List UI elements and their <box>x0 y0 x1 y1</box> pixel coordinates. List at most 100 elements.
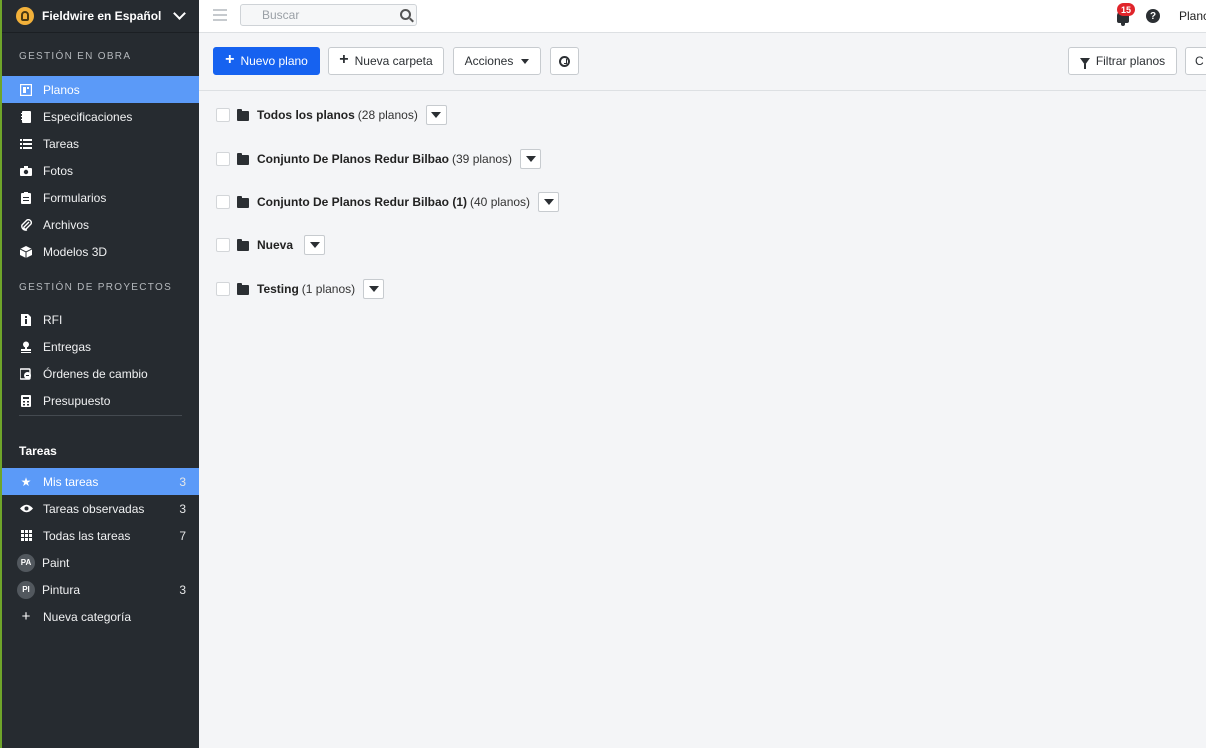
search-icon[interactable] <box>400 9 411 20</box>
sidebar-item-label: Formularios <box>43 190 107 205</box>
truncated-toolbar-button[interactable]: C <box>1185 47 1206 75</box>
sidebar-item-presupuesto[interactable]: Presupuesto <box>2 387 199 414</box>
sidebar-item-planos[interactable]: Planos <box>2 76 199 103</box>
folder-icon <box>237 282 249 295</box>
clipboard-icon <box>19 191 33 205</box>
grid-icon <box>19 529 33 543</box>
filter-plans-button[interactable]: Filtrar planos <box>1068 47 1177 75</box>
sidebar-item-pintura[interactable]: PI Pintura 3 <box>2 576 199 603</box>
plans-toolbar: + Nuevo plano + Nueva carpeta Acciones F… <box>199 33 1206 91</box>
sidebar-item-modelos-3d[interactable]: Modelos 3D <box>2 238 199 265</box>
sidebar-item-label: Todas las tareas <box>43 528 131 543</box>
project-switcher[interactable]: Fieldwire en Español <box>2 0 199 33</box>
calculator-icon <box>19 394 33 408</box>
menu-icon[interactable] <box>213 9 227 21</box>
paperclip-icon <box>19 218 33 232</box>
folder-options-dropdown[interactable] <box>520 149 542 169</box>
folder-checkbox[interactable] <box>216 238 230 252</box>
folder-row[interactable]: Testing (1 planos) <box>216 279 385 299</box>
history-button[interactable] <box>550 47 579 75</box>
sidebar-item-paint[interactable]: PA Paint <box>2 549 199 576</box>
caret-down-icon <box>431 112 442 118</box>
folder-row[interactable]: Nueva <box>216 235 326 255</box>
caret-down-icon <box>368 286 379 292</box>
new-folder-button[interactable]: + Nueva carpeta <box>328 47 444 75</box>
help-icon[interactable]: ? <box>1146 9 1160 23</box>
caret-down-icon <box>309 242 320 248</box>
sidebar-item-label: Mis tareas <box>43 474 99 489</box>
caret-down-icon <box>521 58 530 64</box>
sidebar-item-entregas[interactable]: Entregas <box>2 333 199 360</box>
sidebar-item-tareas-observadas[interactable]: Tareas observadas 3 <box>2 495 199 522</box>
caret-down-icon <box>543 199 554 205</box>
list-icon <box>19 137 33 151</box>
folder-icon <box>237 238 249 251</box>
folder-count: (40 planos) <box>470 195 531 209</box>
sidebar-item-todas-las-tareas[interactable]: Todas las tareas 7 <box>2 522 199 549</box>
sidebar-item-label: Órdenes de cambio <box>43 366 148 381</box>
sidebar-item-rfi[interactable]: RFI <box>2 306 199 333</box>
folder-checkbox[interactable] <box>216 152 230 166</box>
sidebar-item-label: Entregas <box>43 339 92 354</box>
folder-name: Testing <box>257 282 299 296</box>
filter-icon <box>1079 57 1090 69</box>
chevron-down-icon[interactable] <box>173 7 187 20</box>
folder-options-dropdown[interactable] <box>304 235 326 255</box>
top-right-menu-label[interactable]: Planc <box>1179 9 1206 23</box>
sidebar-item-archivos[interactable]: Archivos <box>2 211 199 238</box>
sidebar-item-label: Especificaciones <box>43 109 133 124</box>
sidebar-item-fotos[interactable]: Fotos <box>2 157 199 184</box>
folder-icon <box>237 152 249 165</box>
folder-checkbox[interactable] <box>216 108 230 122</box>
section-title-gestion-proyectos: GESTIÓN DE PROYECTOS <box>19 282 173 293</box>
plus-icon: + <box>225 51 235 68</box>
sidebar-item-label: Pintura <box>42 582 81 597</box>
search-box[interactable] <box>240 4 417 26</box>
sidebar-item-tareas[interactable]: Tareas <box>2 130 199 157</box>
notification-badge: 15 <box>1117 3 1135 16</box>
sidebar-item-label: Tareas <box>43 136 80 151</box>
sidebar-item-formularios[interactable]: Formularios <box>2 184 199 211</box>
sidebar-item-label: Modelos 3D <box>43 244 108 259</box>
star-icon: ★ <box>20 474 32 489</box>
cube-icon <box>19 245 33 259</box>
history-icon <box>559 55 570 67</box>
folder-options-dropdown[interactable] <box>425 105 447 125</box>
task-count: 7 <box>179 528 186 543</box>
actions-label: Acciones <box>464 54 514 68</box>
new-folder-label: Nueva carpeta <box>354 54 433 68</box>
folder-options-dropdown[interactable] <box>538 192 560 212</box>
actions-dropdown[interactable]: Acciones <box>453 47 541 75</box>
sidebar-item-label: Archivos <box>43 217 90 232</box>
folder-checkbox[interactable] <box>216 282 230 296</box>
folder-icon <box>237 195 249 208</box>
task-count: 3 <box>179 501 186 516</box>
folder-count: (1 planos) <box>301 282 356 296</box>
change-order-icon <box>19 367 33 381</box>
folder-count: (28 planos) <box>357 108 418 122</box>
stamp-icon <box>19 340 33 354</box>
sidebar-item-label: Tareas observadas <box>43 501 145 516</box>
sidebar-item-mis-tareas[interactable]: ★ Mis tareas 3 <box>2 468 199 495</box>
truncated-button-label: C <box>1195 54 1204 68</box>
section-title-gestion-obra: GESTIÓN EN OBRA <box>19 51 132 62</box>
folder-row[interactable]: Conjunto De Planos Redur Bilbao (1) (40 … <box>216 192 560 212</box>
sidebar-item-ordenes-de-cambio[interactable]: Órdenes de cambio <box>2 360 199 387</box>
new-plan-button[interactable]: + Nuevo plano <box>213 47 320 75</box>
plus-icon: + <box>339 51 349 68</box>
folder-checkbox[interactable] <box>216 195 230 209</box>
sidebar-item-especificaciones[interactable]: Especificaciones <box>2 103 199 130</box>
sidebar-item-label: RFI <box>43 312 63 327</box>
camera-icon <box>19 164 33 178</box>
search-input[interactable] <box>241 5 381 25</box>
fieldwire-logo-icon <box>16 7 34 25</box>
folder-row[interactable]: Todos los planos (28 planos) <box>216 105 447 125</box>
sidebar-item-label: Fotos <box>43 163 74 178</box>
top-bar: 15 ? Planc <box>199 0 1206 33</box>
sidebar-item-nueva-categoria[interactable]: + Nueva categoría <box>2 603 199 630</box>
folder-row[interactable]: Conjunto De Planos Redur Bilbao (39 plan… <box>216 149 542 169</box>
folder-options-dropdown[interactable] <box>363 279 385 299</box>
plans-icon <box>19 83 33 97</box>
tasks-section-heading: Tareas <box>19 444 57 458</box>
task-count: 3 <box>179 474 186 489</box>
